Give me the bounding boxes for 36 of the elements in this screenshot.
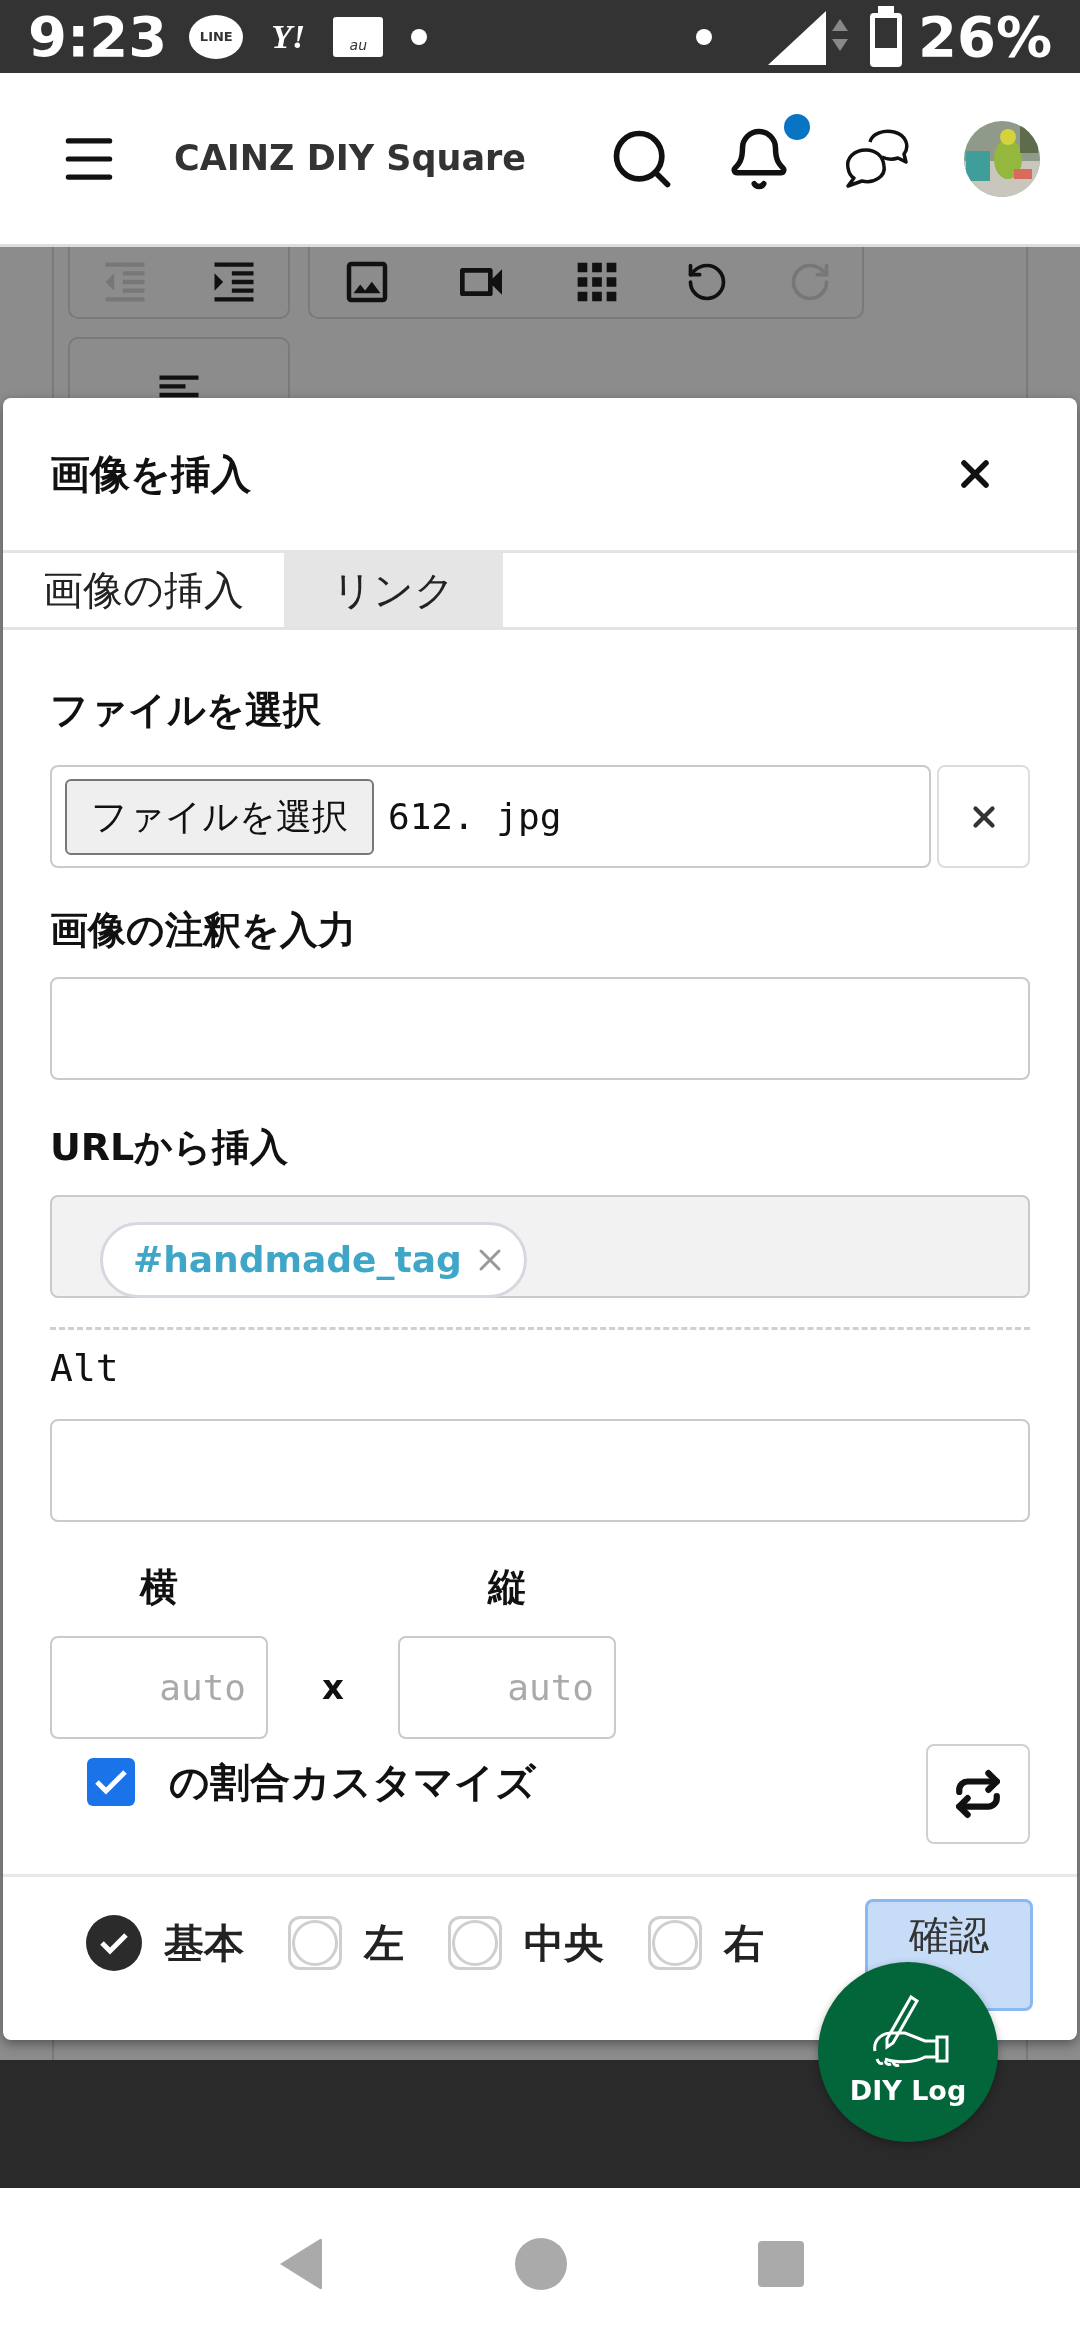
chat-icon[interactable] (844, 127, 910, 190)
battery-percent: 26% (917, 8, 1052, 65)
choose-file-button[interactable]: ファイルを選択 (65, 778, 374, 855)
checkmark-icon (94, 1768, 128, 1796)
radio-label: 中央 (524, 1919, 604, 1968)
radio-button[interactable] (448, 1916, 502, 1970)
file-name: 612. jpg (388, 794, 562, 839)
tab[interactable]: リンク (284, 553, 503, 627)
tag-text: #handmade_tag (133, 1238, 462, 1282)
field-label: 画像の注釈を入力 (50, 907, 357, 954)
width-input[interactable]: auto (50, 1636, 268, 1739)
clear-file-button[interactable] (937, 765, 1030, 868)
field-label: ファイルを選択 (50, 687, 322, 734)
width-label: 横 (138, 1564, 179, 1611)
radio-button[interactable] (648, 1916, 702, 1970)
checkbox[interactable] (87, 1758, 135, 1806)
radio-label: 左 (364, 1919, 404, 1968)
radio-label: 右 (724, 1919, 764, 1968)
height-input[interactable]: auto (398, 1636, 616, 1739)
radio-checked-icon[interactable] (86, 1915, 142, 1971)
chat-bubble-icon: LINE (189, 14, 244, 59)
status-time: 9:23 (28, 8, 168, 65)
field-label: URLから挿入 (50, 1124, 290, 1171)
dialog-title: 画像を挿入 (50, 450, 251, 499)
file-input[interactable]: ファイルを選択 612. jpg (50, 765, 931, 868)
times-sign: x (321, 1666, 345, 1709)
radio-button[interactable] (288, 1916, 342, 1970)
mail-icon: au (333, 16, 384, 57)
notification-logo: Y! (271, 17, 306, 57)
swap-button[interactable] (926, 1744, 1030, 1844)
repeat-icon (953, 1769, 1003, 1819)
radio-label: 基本 (164, 1919, 244, 1968)
field-label: Alt (50, 1345, 120, 1392)
checkbox-label: の割合カスタマイズ (169, 1758, 536, 1807)
height-label: 縦 (486, 1564, 527, 1611)
site-title[interactable]: CAINZ DIY Square (174, 132, 527, 185)
